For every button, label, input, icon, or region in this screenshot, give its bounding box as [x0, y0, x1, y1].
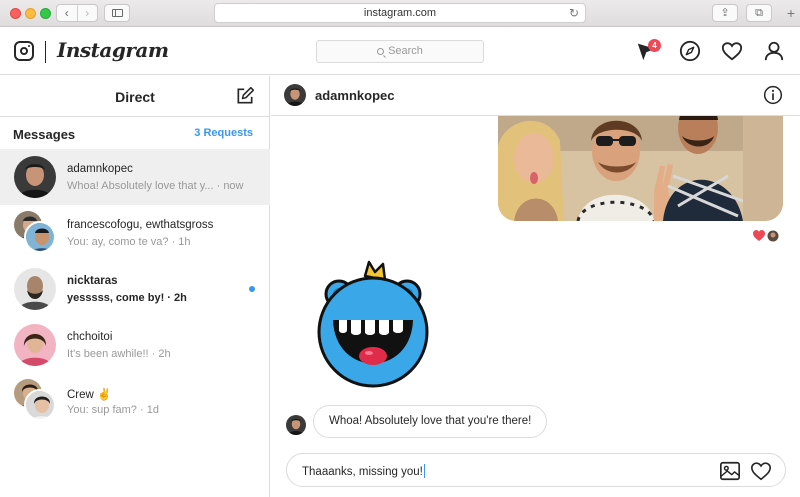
like-heart-icon[interactable]	[750, 460, 772, 482]
explore-icon[interactable]	[679, 40, 701, 62]
heart-icon[interactable]	[721, 40, 743, 62]
conversation-preview: Whoa! Absolutely love that y... · now	[67, 180, 244, 192]
chat-panel: adamnkopec Whoa! Absolutely love that yo…	[271, 76, 800, 497]
message-composer[interactable]: Thaaanks, missing you!	[286, 453, 786, 487]
unread-dot	[249, 286, 255, 292]
address-bar[interactable]: instagram.com ↻	[214, 3, 586, 23]
chat-header: adamnkopec	[271, 76, 800, 116]
conversation-preview: You: sup fam? · 1d	[67, 404, 159, 416]
forward-button[interactable]: ›	[76, 5, 98, 21]
search-input[interactable]: Search	[316, 40, 484, 63]
new-tab-button[interactable]: +	[782, 3, 800, 24]
message-input-value: Thaaanks, missing you!	[302, 466, 423, 478]
reload-icon[interactable]: ↻	[569, 4, 579, 22]
instagram-header: Instagram Search 4	[0, 28, 800, 75]
info-icon[interactable]	[763, 85, 783, 105]
received-message-bubble[interactable]: Whoa! Absolutely love that you're there!	[313, 405, 548, 438]
browser-toolbar: ‹ › instagram.com ↻ ⇪ ⧉ +	[0, 0, 800, 27]
sidebar-icon	[112, 9, 123, 17]
sidebar-toggle-button[interactable]	[104, 4, 130, 22]
text-caret	[423, 464, 425, 478]
image-upload-icon[interactable]	[719, 460, 741, 482]
like-heart-icon	[753, 230, 765, 241]
instagram-wordmark[interactable]: Instagram	[57, 38, 169, 62]
tab-overview-button[interactable]: ⧉	[746, 4, 772, 22]
conversation-item[interactable]: francescofogu, ewthatsgross You: ay, com…	[0, 205, 270, 261]
conversation-name: nicktaras	[67, 275, 118, 287]
avatar[interactable]	[286, 415, 306, 435]
conversation-preview: yesssss, come by! · 2h	[67, 292, 187, 304]
minimize-window-button[interactable]	[25, 8, 36, 19]
conversation-name: francescofogu, ewthatsgross	[67, 219, 214, 231]
conversation-item[interactable]: nicktaras yesssss, come by! · 2h	[0, 261, 270, 317]
conversation-name: adamnkopec	[67, 163, 133, 175]
avatar	[24, 221, 56, 253]
back-button[interactable]: ‹	[57, 5, 77, 21]
messages-heading: Messages	[13, 127, 76, 142]
search-icon	[377, 48, 385, 55]
conversation-item[interactable]: adamnkopec Whoa! Absolutely love that y.…	[0, 149, 270, 205]
history-nav: ‹ ›	[56, 4, 98, 22]
requests-link[interactable]: 3 Requests	[194, 127, 253, 139]
profile-icon[interactable]	[763, 40, 785, 62]
url-text: instagram.com	[363, 7, 437, 19]
avatar	[14, 268, 56, 310]
conversation-preview: You: ay, como te va? · 1h	[67, 236, 191, 248]
close-window-button[interactable]	[10, 8, 21, 19]
notification-badge: 4	[648, 39, 661, 52]
direct-sidebar: Direct Messages 3 Requests adamnkopec Wh…	[0, 76, 270, 497]
avatar[interactable]	[284, 84, 306, 106]
conversation-item[interactable]: chchoitoi It's been awhile!! · 2h	[0, 317, 270, 373]
message-input[interactable]: Thaaanks, missing you!	[302, 464, 425, 478]
share-button[interactable]: ⇪	[712, 4, 738, 22]
conversation-preview: It's been awhile!! · 2h	[67, 348, 171, 360]
avatar	[14, 324, 56, 366]
zoom-window-button[interactable]	[40, 8, 51, 19]
sent-photo[interactable]	[498, 106, 783, 221]
direct-title: Direct	[115, 89, 155, 105]
conversation-name: Crew ✌️	[67, 389, 112, 401]
search-placeholder: Search	[388, 45, 423, 57]
photo-reactions[interactable]	[753, 229, 783, 248]
divider	[0, 116, 270, 117]
instagram-logo-icon[interactable]	[14, 41, 34, 61]
emoji-sticker	[317, 260, 429, 388]
logo-divider	[45, 41, 46, 63]
compose-icon[interactable]	[235, 86, 255, 106]
chat-username[interactable]: adamnkopec	[315, 88, 394, 103]
conversation-name: chchoitoi	[67, 331, 113, 343]
avatar	[14, 156, 56, 198]
conversation-item[interactable]: Crew ✌️ You: sup fam? · 1d	[0, 373, 270, 429]
avatar	[24, 389, 56, 421]
